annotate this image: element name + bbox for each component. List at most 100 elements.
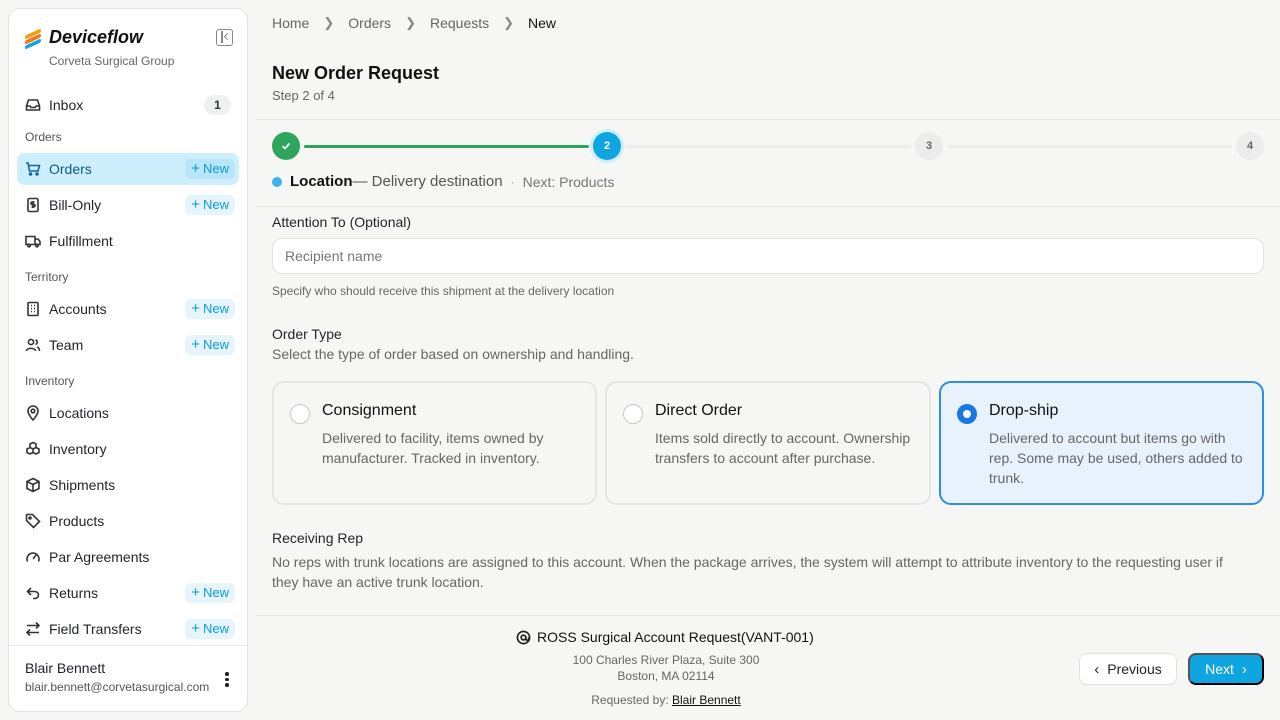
direct-order-radio[interactable] [623, 404, 643, 424]
chevron-right-icon: ❯ [405, 15, 416, 30]
org-name: Corveta Surgical Group [49, 54, 175, 68]
inbox-count-badge: 1 [204, 95, 231, 115]
collapse-sidebar-icon[interactable] [216, 29, 233, 46]
section-label-inventory: Inventory [25, 374, 75, 388]
step-1-complete[interactable] [272, 132, 300, 160]
sidebar-item-label: Inventory [49, 441, 107, 457]
new-team-button[interactable]: New [185, 335, 235, 355]
next-label: Next [1205, 661, 1234, 677]
address-line-1: 100 Charles River Plaza, Suite 300 [572, 653, 760, 667]
sidebar-item-label: Par Agreements [49, 549, 150, 565]
new-account-button[interactable]: New [185, 299, 235, 319]
sidebar-item-label: Locations [49, 405, 109, 421]
page-title: New Order Request [272, 63, 440, 83]
sidebar: Deviceflow Corveta Surgical Group Inbox … [8, 8, 248, 712]
attention-to-label: Attention To (Optional) [272, 214, 412, 230]
step-3[interactable]: 3 [915, 132, 943, 160]
sidebar-item-team[interactable]: Team New [17, 329, 239, 361]
account-summary: ROSS Surgical Account Request(VANT-001) [516, 629, 814, 645]
sidebar-item-field-transfers[interactable]: Field Transfers New [17, 613, 239, 645]
footer: ROSS Surgical Account Request(VANT-001) … [256, 615, 1280, 720]
cart-icon [25, 161, 41, 177]
user-email: blair.bennett@corvetasurgical.com [25, 680, 210, 694]
next-step-label: Next: Products [522, 173, 615, 190]
step-connector-1 [304, 145, 589, 148]
user-name: Blair Bennett [25, 660, 106, 676]
sidebar-item-products[interactable]: Products [17, 505, 239, 537]
new-return-button[interactable]: New [185, 583, 235, 603]
section-label-orders: Orders [25, 130, 62, 144]
boxes-icon [25, 441, 41, 457]
order-type-label: Order Type [272, 326, 342, 342]
check-icon [281, 142, 291, 150]
brand[interactable]: Deviceflow [25, 27, 143, 50]
sidebar-item-accounts[interactable]: Accounts New [17, 293, 239, 325]
sidebar-item-returns[interactable]: Returns New [17, 577, 239, 609]
account-name: ROSS Surgical Account Request(VANT-001) [537, 629, 814, 645]
return-icon [25, 585, 41, 601]
sidebar-item-inbox[interactable]: Inbox 1 [17, 89, 239, 121]
sidebar-item-shipments[interactable]: Shipments [17, 469, 239, 501]
user-profile[interactable]: Blair Bennett blair.bennett@corvetasurgi… [9, 645, 247, 711]
drop-ship-radio-selected[interactable] [957, 404, 977, 424]
receipt-icon [25, 197, 41, 213]
new-field-transfer-button[interactable]: New [185, 619, 235, 639]
address-line-2: Boston, MA 02114 [617, 669, 715, 683]
tag-icon [25, 513, 41, 529]
more-options-icon[interactable] [219, 670, 235, 690]
section-label-territory: Territory [25, 270, 69, 284]
requested-by-link[interactable]: Blair Bennett [672, 693, 741, 707]
sidebar-item-orders[interactable]: Orders New [17, 153, 239, 185]
transfer-icon [25, 621, 41, 637]
attention-to-hint: Specify who should receive this shipment… [272, 284, 615, 298]
next-button[interactable]: Next › [1188, 653, 1264, 685]
order-type-direct-order-option[interactable]: Direct Order Items sold directly to acco… [605, 381, 931, 505]
sidebar-item-label: Products [49, 513, 105, 529]
sidebar-item-par-agreements[interactable]: Par Agreements [17, 541, 239, 573]
receiving-rep-label: Receiving Rep [272, 530, 364, 546]
option-title: Consignment [322, 402, 417, 419]
sidebar-item-label: Bill-Only [49, 197, 102, 213]
previous-button[interactable]: ‹ Previous [1079, 653, 1177, 685]
consignment-radio[interactable] [290, 404, 310, 424]
package-icon [25, 477, 41, 493]
inbox-icon [25, 97, 41, 113]
building-icon [25, 301, 41, 317]
sidebar-item-label: Shipments [49, 477, 116, 493]
stepper: 2 3 4 Location — Delivery destination · … [256, 119, 1280, 207]
breadcrumb-requests[interactable]: Requests [430, 15, 489, 31]
new-bill-only-button[interactable]: New [185, 195, 235, 215]
sidebar-item-inventory[interactable]: Inventory [17, 433, 239, 465]
recipient-name-input[interactable] [272, 238, 1264, 274]
step-4[interactable]: 4 [1236, 132, 1264, 160]
chevron-left-icon: ‹ [1094, 660, 1100, 678]
new-order-button[interactable]: New [185, 159, 235, 179]
sidebar-item-label: Returns [49, 585, 99, 601]
option-description: Delivered to facility, items owned by ma… [322, 430, 544, 466]
pin-icon [25, 405, 41, 421]
requested-by-label: Requested by: [591, 693, 669, 707]
breadcrumb-current: New [528, 15, 557, 31]
option-description: Delivered to account but items go with r… [989, 430, 1243, 486]
sidebar-item-locations[interactable]: Locations [17, 397, 239, 429]
chevron-right-icon: ❯ [323, 15, 335, 30]
sidebar-item-label: Fulfillment [49, 233, 113, 249]
gauge-icon [25, 549, 41, 565]
sidebar-item-fulfillment[interactable]: Fulfillment [17, 225, 239, 257]
current-step-desc: — Delivery destination [352, 173, 503, 190]
sidebar-item-bill-only[interactable]: Bill-Only New [17, 189, 239, 221]
option-description: Items sold directly to account. Ownershi… [655, 430, 911, 466]
caption-separator: · [510, 174, 515, 189]
order-type-consignment-option[interactable]: Consignment Delivered to facility, items… [272, 381, 597, 505]
chevron-right-icon: ❯ [503, 15, 515, 30]
previous-label: Previous [1107, 661, 1162, 677]
truck-icon [25, 233, 41, 249]
step-connector-2 [625, 145, 911, 148]
breadcrumb-orders[interactable]: Orders [348, 15, 391, 31]
breadcrumb-home[interactable]: Home [272, 15, 309, 31]
step-caption: Location — Delivery destination · Next: … [272, 173, 614, 190]
receiving-rep-description: No reps with trunk locations are assigne… [272, 554, 1223, 590]
order-type-drop-ship-option[interactable]: Drop-ship Delivered to account but items… [939, 381, 1264, 505]
step-2-current[interactable]: 2 [593, 132, 621, 160]
order-type-description: Select the type of order based on owners… [272, 346, 634, 362]
